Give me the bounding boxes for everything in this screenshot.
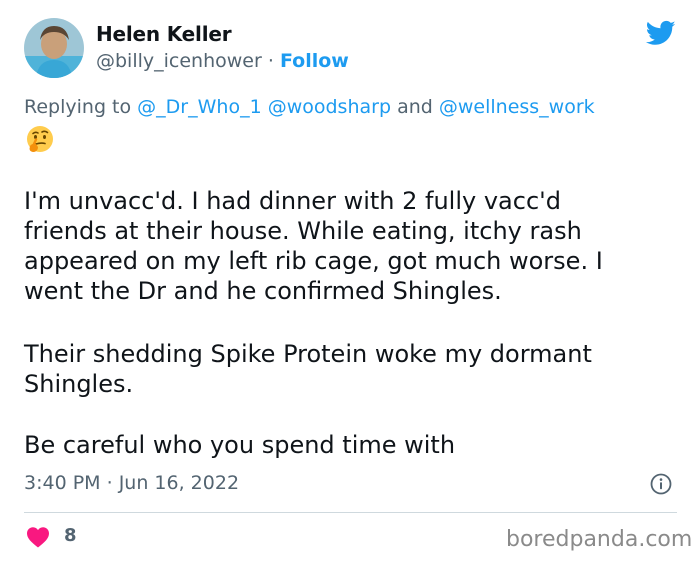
tweet-date: Jun 16, 2022 [118, 472, 240, 494]
like-count[interactable]: 8 [64, 525, 77, 546]
conjunction-and: and [397, 96, 433, 118]
tweet-line: Shingles. [24, 370, 134, 398]
watermark: boredpanda.com [506, 527, 693, 552]
author-handle-row: @billy_icenhower · Follow [96, 50, 349, 72]
tweet-time: 3:40 PM [24, 472, 101, 494]
tweet-line: went the Dr and he confirmed Shingles. [24, 277, 502, 305]
divider [24, 512, 677, 513]
avatar[interactable] [24, 18, 84, 78]
separator-dot: · [106, 472, 113, 494]
tweet-line: friends at their house. While eating, it… [24, 217, 582, 245]
tweet-timestamp[interactable]: 3:40 PM · Jun 16, 2022 [24, 472, 239, 494]
mention-dr-who[interactable]: @_Dr_Who_1 [137, 96, 261, 118]
replying-to-label: Replying to [24, 96, 132, 118]
avatar-image [24, 18, 84, 78]
separator-dot: · [267, 50, 274, 72]
tweet-line: Their shedding Spike Protein woke my dor… [24, 340, 592, 368]
mention-wellness-work[interactable]: @wellness_work [439, 96, 595, 118]
tweet-paragraph-2: Their shedding Spike Protein woke my dor… [24, 339, 592, 399]
tweet-line: I'm unvacc'd. I had dinner with 2 fully … [24, 187, 561, 215]
twitter-bird-icon[interactable] [645, 18, 677, 48]
mention-woodsharp[interactable]: @woodsharp [268, 96, 391, 118]
follow-button[interactable]: Follow [280, 50, 349, 72]
heart-icon[interactable] [26, 526, 50, 548]
tweet-line: Be careful who you spend time with [24, 431, 456, 459]
tweet-line: appeared on my left rib cage, got much w… [24, 247, 603, 275]
tweet-paragraph-3: Be careful who you spend time with [24, 430, 455, 460]
author-name[interactable]: Helen Keller [96, 22, 232, 46]
info-icon[interactable] [650, 473, 672, 495]
tweet-paragraph-1: I'm unvacc'd. I had dinner with 2 fully … [24, 186, 603, 306]
replying-to: Replying to @_Dr_Who_1 @woodsharp and @w… [24, 96, 595, 118]
thinking-face-emoji [27, 126, 53, 152]
author-handle[interactable]: @billy_icenhower [96, 50, 262, 72]
